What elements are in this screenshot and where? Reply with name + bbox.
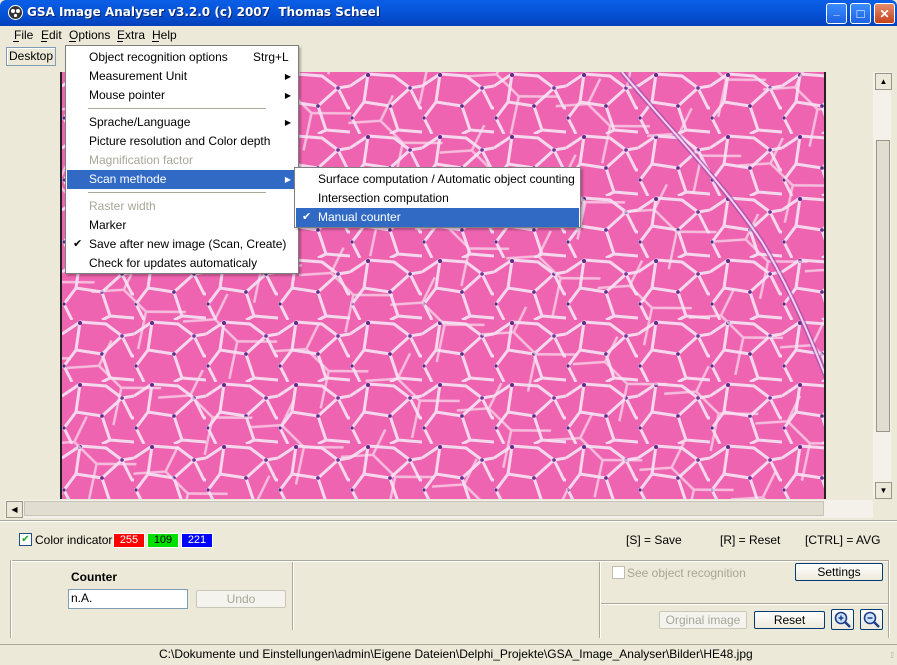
menu-options[interactable]: Options bbox=[69, 28, 110, 42]
see-object-recognition-checkbox[interactable] bbox=[612, 566, 625, 579]
menu-item-mouse-pointer[interactable]: Mouse pointer ▶ bbox=[67, 86, 297, 105]
counter-heading: Counter bbox=[71, 570, 117, 584]
menu-bar: File Edit Options Extra Help bbox=[4, 26, 893, 44]
menu-item-picture-resolution[interactable]: Picture resolution and Color depth bbox=[67, 132, 297, 151]
scroll-down-icon[interactable]: ▼ bbox=[875, 482, 892, 499]
panel-separator bbox=[599, 562, 601, 638]
menu-edit[interactable]: Edit bbox=[41, 28, 62, 42]
zoom-in-button[interactable] bbox=[831, 609, 854, 630]
counter-value-field[interactable]: n.A. bbox=[68, 589, 188, 609]
save-shortcut-label: [S] = Save bbox=[626, 533, 682, 547]
window-title: GSA Image Analyser v3.2.0 (c) 2007 Thoma… bbox=[27, 5, 380, 19]
title-bar[interactable]: GSA Image Analyser v3.2.0 (c) 2007 Thoma… bbox=[0, 0, 897, 26]
scan-method-submenu: Surface computation / Automatic object c… bbox=[294, 167, 581, 228]
app-logo-icon bbox=[8, 5, 23, 20]
maximize-button[interactable]: □ bbox=[850, 3, 871, 24]
menu-item-raster-width[interactable]: Raster width bbox=[67, 197, 297, 216]
zoom-out-icon bbox=[863, 611, 880, 628]
submenu-item-intersection-computation[interactable]: Intersection computation bbox=[296, 189, 579, 208]
settings-button[interactable]: Settings bbox=[795, 563, 883, 581]
menu-item-object-recognition[interactable]: Object recognition options Strg+L bbox=[67, 48, 297, 67]
menu-file[interactable]: File bbox=[14, 28, 33, 42]
reset-button[interactable]: Reset bbox=[754, 611, 825, 629]
submenu-arrow-icon: ▶ bbox=[284, 72, 291, 81]
options-menu: Object recognition options Strg+L Measure… bbox=[65, 45, 299, 274]
menu-help[interactable]: Help bbox=[152, 28, 177, 42]
checkmark-icon: ✔ bbox=[302, 211, 312, 223]
undo-button[interactable]: Undo bbox=[196, 590, 286, 608]
menu-extra[interactable]: Extra bbox=[117, 28, 145, 42]
menu-item-sprache-language[interactable]: Sprache/Language ▶ bbox=[67, 113, 297, 132]
scroll-up-icon[interactable]: ▲ bbox=[875, 73, 892, 90]
checkmark-icon: ✔ bbox=[73, 238, 83, 250]
status-file-path: C:\Dokumente und Einstellungen\admin\Eig… bbox=[159, 647, 753, 661]
status-bar: C:\Dokumente und Einstellungen\admin\Eig… bbox=[0, 644, 897, 665]
blue-value-box: 221 bbox=[181, 533, 213, 548]
minimize-icon: _ bbox=[833, 5, 840, 17]
color-indicator-label: Color indicator bbox=[35, 533, 113, 547]
submenu-arrow-icon: ▶ bbox=[284, 175, 291, 184]
submenu-arrow-icon: ▶ bbox=[284, 91, 291, 100]
avg-shortcut-label: [CTRL] = AVG bbox=[805, 533, 881, 547]
close-button[interactable]: ✕ bbox=[874, 3, 895, 24]
submenu-item-manual-counter[interactable]: ✔ Manual counter bbox=[296, 208, 579, 227]
desktop-button[interactable]: Desktop bbox=[6, 47, 56, 66]
menu-item-scan-methode[interactable]: Scan methode ▶ bbox=[67, 170, 297, 189]
zoom-out-button[interactable] bbox=[860, 609, 883, 630]
reset-shortcut-label: [R] = Reset bbox=[720, 533, 781, 547]
menu-item-save-after-new-image[interactable]: ✔ Save after new image (Scan, Create) bbox=[67, 235, 297, 254]
panel-divider bbox=[10, 560, 890, 562]
see-object-recognition-label: See object recognition bbox=[627, 566, 746, 580]
divider bbox=[0, 520, 897, 522]
close-icon: ✕ bbox=[879, 7, 890, 21]
horizontal-scroll-thumb[interactable] bbox=[24, 501, 824, 516]
submenu-arrow-icon: ▶ bbox=[284, 118, 291, 127]
green-value-box: 109 bbox=[147, 533, 179, 548]
resize-grip-icon[interactable]: ⁞⁞ bbox=[891, 651, 895, 660]
menu-item-magnification-factor[interactable]: Magnification factor bbox=[67, 151, 297, 170]
menu-item-marker[interactable]: Marker bbox=[67, 216, 297, 235]
menu-item-check-updates[interactable]: Check for updates automaticaly bbox=[67, 254, 297, 273]
red-value-box: 255 bbox=[113, 533, 145, 548]
original-image-button[interactable]: Orginal image bbox=[659, 611, 747, 629]
minimize-button[interactable]: _ bbox=[826, 3, 847, 24]
panel-separator bbox=[292, 562, 294, 630]
submenu-item-surface-computation[interactable]: Surface computation / Automatic object c… bbox=[296, 170, 579, 189]
color-indicator-checkbox[interactable]: ✔ bbox=[19, 533, 32, 546]
zoom-in-icon bbox=[834, 611, 851, 628]
maximize-icon: □ bbox=[856, 6, 865, 21]
vertical-scroll-thumb[interactable] bbox=[876, 140, 890, 432]
menu-item-measurement-unit[interactable]: Measurement Unit ▶ bbox=[67, 67, 297, 86]
scroll-left-icon[interactable]: ◀ bbox=[6, 501, 23, 518]
